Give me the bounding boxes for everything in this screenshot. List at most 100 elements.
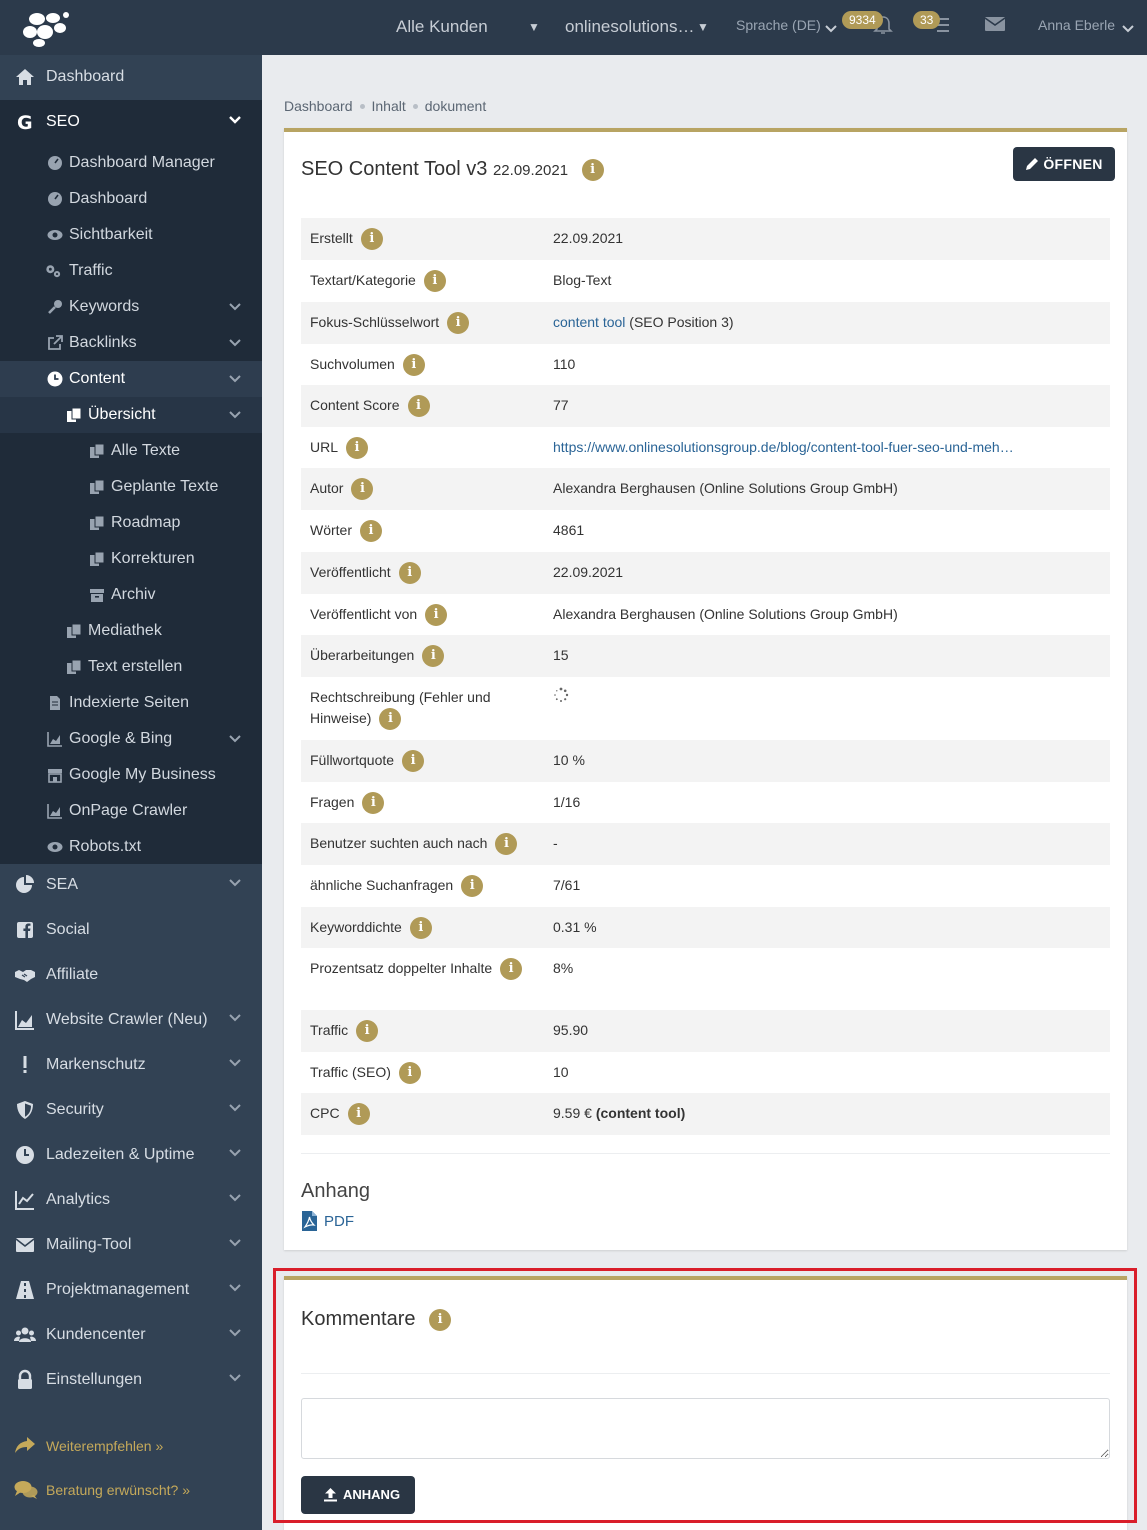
info-icon[interactable]: i	[398, 562, 421, 585]
row-key: ähnliche Suchanfragen i	[310, 875, 540, 898]
sidebar-item-geplante-texte[interactable]: Geplante Texte	[0, 469, 262, 505]
info-icon[interactable]: i	[495, 833, 518, 856]
table-row: Wörter i 4861	[301, 510, 1110, 552]
copy-icon	[90, 551, 105, 566]
focus-keyword-link[interactable]: content tool	[553, 314, 625, 330]
chevron-down-icon	[229, 116, 241, 124]
row-key: Traffic (SEO) i	[310, 1062, 540, 1085]
row-key: Traffic i	[310, 1020, 540, 1043]
sidebar: Dashboard G SEO Dashboard Manager Dashbo…	[0, 55, 262, 1530]
language-select[interactable]: Sprache (DE)	[736, 14, 821, 36]
info-icon[interactable]: i	[402, 750, 425, 773]
sidebar-item-projektmanagement[interactable]: Projektmanagement	[0, 1268, 262, 1313]
users-icon	[14, 1327, 36, 1342]
info-icon[interactable]: i	[346, 437, 369, 460]
sidebar-item-indexierte-seiten[interactable]: Indexierte Seiten	[0, 685, 262, 721]
info-icon[interactable]: i	[347, 1103, 370, 1126]
document-title: SEO Content Tool v3 22.09.2021 i	[301, 156, 604, 184]
info-icon[interactable]: i	[407, 395, 430, 418]
sidebar-item-roadmap[interactable]: Roadmap	[0, 505, 262, 541]
sidebar-item-seo-dashboard[interactable]: Dashboard	[0, 181, 262, 217]
row-key-text: Traffic (SEO)	[310, 1064, 391, 1080]
info-icon[interactable]: i	[500, 958, 523, 981]
sidebar-item-seo[interactable]: G SEO	[0, 100, 262, 145]
info-icon[interactable]: i	[429, 1308, 452, 1331]
comment-input[interactable]	[301, 1398, 1110, 1459]
info-icon[interactable]: i	[360, 228, 383, 251]
row-key: Keyworddichte i	[310, 917, 540, 940]
sidebar-item-google-my-business[interactable]: Google My Business	[0, 757, 262, 793]
info-icon[interactable]: i	[447, 312, 470, 335]
info-icon[interactable]: i	[402, 354, 425, 377]
info-icon[interactable]: i	[409, 917, 432, 940]
row-key: Veröffentlicht von i	[310, 604, 540, 627]
app-logo[interactable]	[20, 10, 70, 48]
seo-submenu: G SEO Dashboard Manager Dashboard Sichtb…	[0, 100, 262, 864]
info-icon[interactable]: i	[360, 520, 382, 543]
info-icon[interactable]: i	[423, 270, 446, 293]
chevron-down-icon: ▼	[528, 20, 540, 34]
sidebar-item-affiliate[interactable]: Affiliate	[0, 953, 262, 998]
envelope-icon[interactable]	[984, 16, 1006, 32]
sidebar-item-robots-txt[interactable]: Robots.txt	[0, 829, 262, 865]
sidebar-item-mediathek[interactable]: Mediathek	[0, 613, 262, 649]
breadcrumb-dashboard[interactable]: Dashboard	[284, 98, 353, 114]
sidebar-item-sea[interactable]: SEA	[0, 863, 262, 908]
sidebar-item-ladezeiten[interactable]: Ladezeiten & Uptime	[0, 1133, 262, 1178]
user-menu[interactable]: Anna Eberle	[1038, 14, 1115, 36]
sidebar-item-backlinks[interactable]: Backlinks	[0, 325, 262, 361]
info-icon[interactable]: i	[379, 708, 402, 731]
sidebar-item-website-crawler[interactable]: Website Crawler (Neu)	[0, 998, 262, 1043]
table-row: ähnliche Suchanfragen i 7/61	[301, 865, 1110, 907]
dashboard-gauge-icon	[48, 156, 62, 170]
info-icon[interactable]: i	[362, 792, 385, 815]
sidebar-item-markenschutz[interactable]: Markenschutz	[0, 1043, 262, 1088]
sidebar-item-sichtbarkeit[interactable]: Sichtbarkeit	[0, 217, 262, 253]
sidebar-item-google-bing[interactable]: Google & Bing	[0, 721, 262, 757]
document-url-link[interactable]: https://www.onlinesolutionsgroup.de/blog…	[553, 439, 1014, 455]
info-icon[interactable]: i	[422, 645, 445, 668]
sidebar-item-label: Social	[46, 921, 90, 938]
table-row: Rechtschreibung (Fehler und Hinweise) i	[301, 677, 1110, 740]
google-icon: G	[17, 112, 33, 133]
sidebar-item-uebersicht[interactable]: Übersicht	[0, 397, 262, 433]
row-value: 10 %	[553, 752, 585, 768]
comments-title: Kommentare i	[301, 1306, 452, 1332]
sidebar-item-alle-texte[interactable]: Alle Texte	[0, 433, 262, 469]
sidebar-item-onpage-crawler[interactable]: OnPage Crawler	[0, 793, 262, 829]
chevron-down-icon	[1122, 25, 1134, 33]
sidebar-item-mailing-tool[interactable]: Mailing-Tool	[0, 1223, 262, 1268]
table-row: CPC i 9.59 € (content tool)	[301, 1093, 1110, 1135]
breadcrumb-inhalt[interactable]: Inhalt	[372, 98, 406, 114]
sidebar-item-traffic[interactable]: Traffic	[0, 253, 262, 289]
info-icon[interactable]: i	[351, 478, 374, 501]
sidebar-item-archiv[interactable]: Archiv	[0, 577, 262, 613]
eye-icon	[47, 842, 63, 852]
sidebar-item-label: Archiv	[111, 586, 156, 603]
sidebar-item-keywords[interactable]: Keywords	[0, 289, 262, 325]
info-icon[interactable]: i	[581, 158, 604, 181]
customer-select[interactable]: Alle Kunden	[396, 14, 488, 40]
sidebar-item-text-erstellen[interactable]: Text erstellen	[0, 649, 262, 685]
sidebar-item-security[interactable]: Security	[0, 1088, 262, 1133]
sidebar-item-label: Roadmap	[111, 514, 181, 531]
info-icon[interactable]: i	[398, 1062, 421, 1085]
row-value: 7/61	[553, 877, 581, 893]
row-key: Fokus-Schlüsselwort i	[310, 312, 540, 335]
sidebar-item-label: OnPage Crawler	[69, 802, 188, 819]
open-button-label: ÖFFNEN	[1043, 156, 1103, 172]
sidebar-item-dashboard[interactable]: Dashboard	[0, 55, 262, 100]
sidebar-item-korrekturen[interactable]: Korrekturen	[0, 541, 262, 577]
info-icon[interactable]: i	[461, 875, 484, 898]
sidebar-item-social[interactable]: Social	[0, 908, 262, 953]
info-icon[interactable]: i	[356, 1020, 379, 1043]
project-select[interactable]: onlinesolutions…	[565, 14, 694, 40]
open-button[interactable]: ÖFFNEN	[1013, 147, 1115, 181]
sidebar-item-einstellungen[interactable]: Einstellungen	[0, 1358, 262, 1403]
sidebar-item-analytics[interactable]: Analytics	[0, 1178, 262, 1223]
info-icon[interactable]: i	[425, 604, 448, 627]
sidebar-item-kundencenter[interactable]: Kundencenter	[0, 1313, 262, 1358]
upload-attachment-button[interactable]: ANHANG	[301, 1476, 415, 1514]
sidebar-item-content[interactable]: Content	[0, 361, 262, 397]
sidebar-item-dashboard-manager[interactable]: Dashboard Manager	[0, 145, 262, 181]
